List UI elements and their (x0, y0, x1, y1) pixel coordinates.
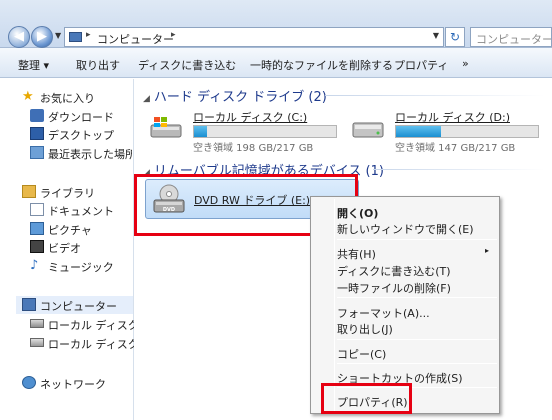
nav-desktop[interactable]: デスクトップ (30, 125, 132, 143)
drive-d-tile[interactable]: ローカル ディスク (D:) 空き領域 147 GB/217 GB (345, 107, 545, 154)
library-icon (22, 185, 36, 198)
downloads-folder-icon (30, 109, 44, 122)
back-button[interactable]: ◀ (8, 26, 30, 48)
nav-network[interactable]: ネットワーク (22, 374, 132, 392)
search-input[interactable]: コンピューター... (470, 27, 552, 47)
menu-item-eject[interactable]: 取り出し(J) (337, 321, 393, 339)
nav-label: ローカル ディスク ( (48, 319, 134, 332)
nav-downloads[interactable]: ダウンロード (30, 107, 132, 125)
context-menu: 開く(O) 新しいウィンドウで開く(E) 共有(H) ▸ ディスクに書き込む(T… (310, 196, 500, 414)
nav-libraries[interactable]: ライブラリ (22, 183, 132, 201)
refresh-button[interactable]: ↻ (445, 27, 465, 47)
hard-drive-icon (30, 338, 44, 347)
breadcrumb-computer[interactable]: コンピューター (97, 31, 174, 47)
drive-name: ローカル ディスク (D:) (395, 111, 510, 124)
drive-c-tile[interactable]: ローカル ディスク (C:) 空き領域 198 GB/217 GB (143, 107, 343, 154)
network-icon (22, 376, 36, 389)
nav-label: ダウンロード (48, 111, 114, 124)
pictures-icon (30, 222, 44, 235)
nav-computer[interactable]: コンピューター (16, 296, 133, 314)
star-icon: ★ (22, 89, 34, 104)
drive-name: ローカル ディスク (C:) (193, 111, 308, 124)
group-divider (373, 169, 545, 170)
nav-pictures[interactable]: ピクチャ (30, 220, 132, 238)
nav-local-disk-c[interactable]: ローカル ディスク ( (30, 315, 134, 333)
recent-pages-dropdown-icon[interactable]: ▼ (55, 31, 61, 40)
menu-item-label: 共有(H) (337, 248, 376, 261)
music-note-icon: ♪ (30, 258, 39, 273)
menu-separator (337, 339, 497, 340)
highlight-box-properties (321, 383, 412, 414)
address-dropdown-icon[interactable]: ▼ (433, 31, 439, 40)
forward-button[interactable]: ▶ (31, 26, 53, 48)
group-divider (325, 95, 545, 96)
breadcrumb-separator-icon[interactable]: ▸ (86, 30, 91, 40)
computer-icon (69, 32, 82, 42)
organize-button[interactable]: 整理 ▾ (18, 57, 49, 73)
videos-icon (30, 240, 44, 253)
properties-button[interactable]: プロパティ (394, 57, 448, 73)
hard-drive-icon (30, 319, 44, 328)
menu-separator (337, 297, 497, 298)
menu-item-share[interactable]: 共有(H) ▸ (337, 246, 489, 264)
recent-places-icon (30, 146, 44, 159)
address-box[interactable]: ▸ コンピューター ▸ ▼ (64, 27, 444, 47)
nav-documents[interactable]: ドキュメント (30, 201, 132, 219)
nav-label: ローカル ディスク ( (48, 338, 134, 351)
nav-videos[interactable]: ビデオ (30, 238, 132, 256)
drive-free-space: 空き領域 147 GB/217 GB (395, 143, 516, 154)
nav-label: ビデオ (48, 242, 81, 255)
nav-label: コンピューター (40, 300, 117, 313)
nav-label: ネットワーク (40, 378, 106, 391)
menu-gutter (334, 199, 335, 411)
menu-separator (337, 239, 497, 240)
address-bar-row: ◀ ▶ ▼ ▸ コンピューター ▸ ▼ ↻ コンピューター... (0, 0, 552, 48)
eject-button[interactable]: 取り出す (76, 57, 120, 73)
nav-label: 最近表示した場所 (48, 148, 132, 161)
nav-label: ライブラリ (40, 187, 95, 200)
navigation-pane: ★ お気に入り ダウンロード デスクトップ 最近表示した場所 ライブラリ ドキュ… (0, 79, 134, 420)
drive-usage-bar (395, 125, 539, 138)
nav-label: ミュージック (48, 261, 114, 274)
desktop-icon (30, 127, 44, 140)
nav-label: ピクチャ (48, 224, 92, 237)
menu-item-burn[interactable]: ディスクに書き込む(T) (337, 263, 451, 281)
nav-label: ドキュメント (48, 205, 114, 218)
hard-drive-icon (352, 122, 384, 138)
computer-icon (22, 298, 36, 311)
menu-separator (337, 363, 497, 364)
group-header-label: ハード ディスク ドライブ (2) (153, 90, 327, 105)
drive-free-space: 空き領域 198 GB/217 GB (193, 143, 314, 154)
breadcrumb-separator-icon[interactable]: ▸ (171, 30, 176, 40)
nav-local-disk-d[interactable]: ローカル ディスク ( (30, 334, 134, 352)
menu-item-delete-temp[interactable]: 一時ファイルの削除(F) (337, 280, 451, 298)
burn-button[interactable]: ディスクに書き込む (138, 57, 236, 73)
documents-icon (30, 203, 44, 216)
drive-usage-fill (194, 126, 207, 137)
group-header-hard-drives[interactable]: ◢ ハード ディスク ドライブ (2) (143, 86, 327, 105)
submenu-arrow-icon: ▸ (485, 246, 490, 255)
drive-usage-bar (193, 125, 337, 138)
nav-favorites[interactable]: ★ お気に入り (22, 88, 132, 106)
menu-item-copy[interactable]: コピー(C) (337, 346, 386, 364)
nav-recent-places[interactable]: 最近表示した場所 (30, 144, 132, 162)
hard-drive-with-windows-icon (150, 117, 182, 138)
nav-music[interactable]: ♪ ミュージック (30, 257, 132, 275)
collapse-arrow-icon[interactable]: ◢ (143, 94, 150, 104)
drive-usage-fill (396, 126, 442, 137)
delete-temp-files-button[interactable]: 一時的なファイルを削除する (250, 57, 393, 73)
menu-item-open-new-window[interactable]: 新しいウィンドウで開く(E) (337, 221, 474, 239)
nav-label: デスクトップ (48, 129, 114, 142)
nav-label: お気に入り (40, 92, 95, 105)
command-bar: 整理 ▾ 取り出す ディスクに書き込む 一時的なファイルを削除する プロパティ … (0, 48, 552, 78)
more-button[interactable]: » (462, 57, 469, 70)
